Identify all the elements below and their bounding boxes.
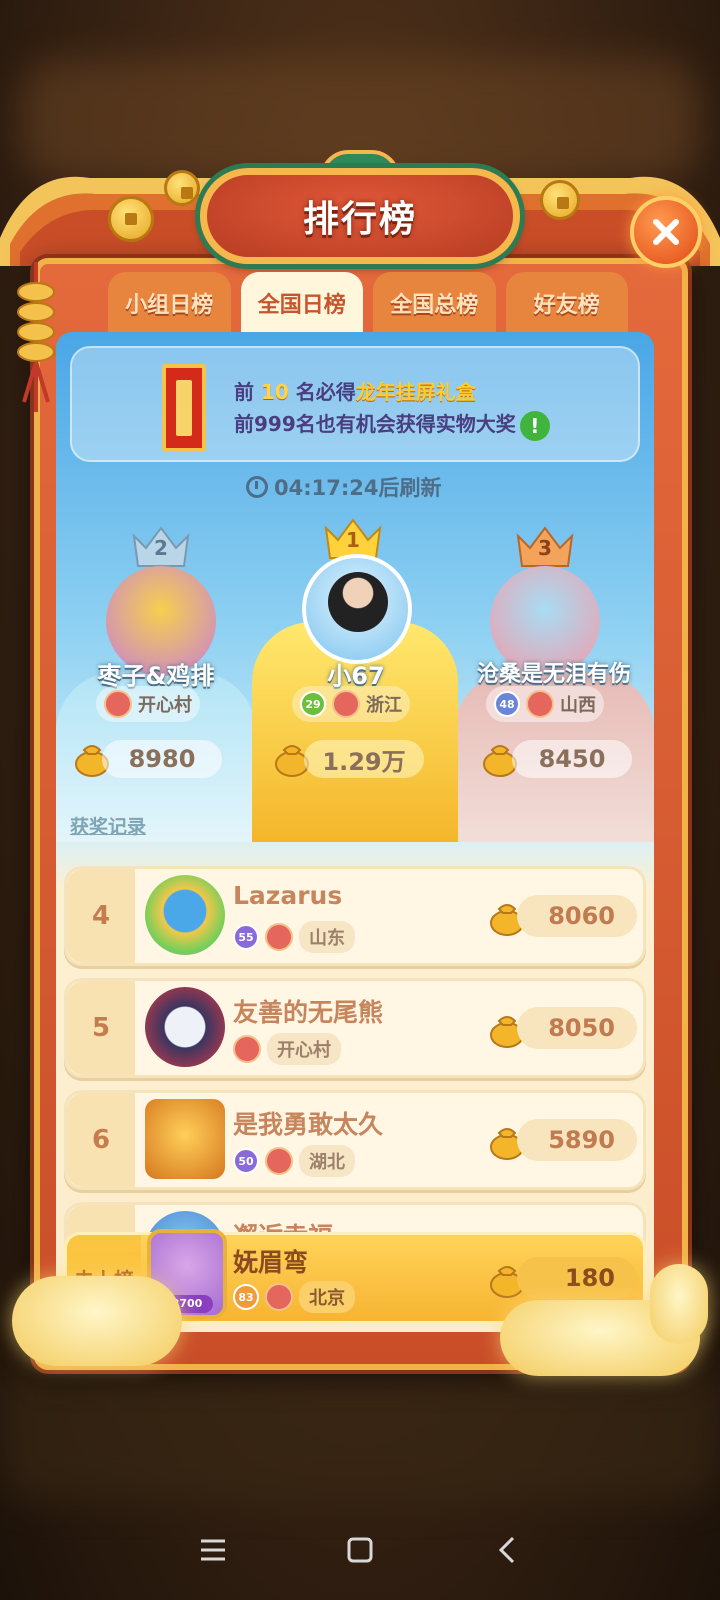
- rank-number: 1: [346, 528, 360, 552]
- dragon-icon: [233, 1035, 261, 1063]
- clock-icon: [246, 476, 268, 498]
- home-icon: [347, 1537, 373, 1563]
- dragon-icon: [265, 1147, 293, 1175]
- title-plaque: 排行榜: [200, 168, 520, 264]
- avatar[interactable]: [302, 554, 412, 664]
- reward-mid-text: 名必得: [288, 380, 356, 404]
- page-title: 排行榜: [302, 199, 417, 240]
- level-badge: 29: [300, 691, 326, 717]
- location-text: 山西: [560, 695, 596, 716]
- location-text: 浙江: [366, 695, 402, 716]
- score-value: 8060: [517, 895, 637, 937]
- player-name: 沧桑是无泪有伤: [476, 662, 631, 687]
- tab-bar: 小组日榜 全国日榜 全国总榜 好友榜: [108, 272, 628, 334]
- rank-number: 3: [538, 536, 552, 560]
- level-badge: 55: [233, 924, 259, 950]
- reward-notice[interactable]: 前 10 名必得龙年挂屏礼盒 前999名也有机会获得实物大奖!: [70, 346, 640, 462]
- rank-label: 2: [130, 522, 192, 568]
- score-value: 180: [517, 1257, 637, 1299]
- tab-national-daily[interactable]: 全国日榜: [240, 272, 363, 334]
- score-pill: 8980: [102, 740, 222, 778]
- reward-rank-number: 10: [260, 380, 289, 404]
- rank-number: 5: [67, 981, 135, 1075]
- player-name: 友善的无尾熊: [233, 998, 384, 1027]
- location-text: 山东: [299, 921, 355, 953]
- scroll-prize-icon: [162, 364, 206, 452]
- location-badge: 48 山西: [486, 686, 604, 722]
- player-name: 妩眉弯: [233, 1248, 309, 1277]
- reward-line-1: 前 10 名必得龙年挂屏礼盒: [234, 376, 476, 405]
- player-name: 是我勇敢太久: [233, 1110, 384, 1139]
- avatar[interactable]: [145, 875, 225, 955]
- menu-button[interactable]: [193, 1530, 233, 1570]
- location-text: 北京: [299, 1281, 355, 1313]
- reward-line-2: 前999名也有机会获得实物大奖!: [234, 408, 550, 441]
- reward-prize-name: 龙年挂屏礼盒: [355, 380, 476, 404]
- player-meta: 83 北京: [233, 1281, 355, 1313]
- score-pill: 8450: [512, 740, 632, 778]
- info-icon[interactable]: !: [519, 410, 550, 441]
- rank-number: 2: [154, 536, 168, 560]
- leaderboard-panel: 前 10 名必得龙年挂屏礼盒 前999名也有机会获得实物大奖! 04:17:24…: [56, 332, 654, 1332]
- dragon-icon: [332, 690, 360, 718]
- tab-friends[interactable]: 好友榜: [505, 272, 628, 334]
- coin-icon: [540, 180, 580, 220]
- coin-tassel-icon: [17, 262, 55, 412]
- location-badge: 29 浙江: [292, 686, 410, 722]
- level-badge: 48: [494, 691, 520, 717]
- system-navigation-bar: [0, 1500, 720, 1600]
- avatar[interactable]: [145, 987, 225, 1067]
- award-history-link[interactable]: 获奖记录: [70, 812, 146, 839]
- list-item[interactable]: 5 友善的无尾熊 开心村 8050: [64, 978, 646, 1078]
- back-icon: [498, 1536, 514, 1564]
- player-meta: 开心村: [233, 1033, 341, 1065]
- player-meta: 55 山东: [233, 921, 355, 953]
- background-blur: [0, 1360, 720, 1500]
- dragon-icon: [526, 690, 554, 718]
- menu-icon: [201, 1539, 226, 1561]
- dragon-icon: [265, 1283, 293, 1311]
- player-name: Lazarus: [233, 881, 343, 910]
- dragon-icon: [265, 923, 293, 951]
- player-meta: 50 湖北: [233, 1145, 355, 1177]
- score-value: 8050: [517, 1007, 637, 1049]
- close-button[interactable]: [630, 196, 702, 268]
- back-button[interactable]: [487, 1530, 527, 1570]
- user-photo: [328, 572, 388, 632]
- refresh-timer: 04:17:24后刷新: [246, 472, 466, 502]
- coin-icon: [108, 196, 154, 242]
- location-badge: 开心村: [96, 686, 200, 722]
- tab-national-total[interactable]: 全国总榜: [373, 272, 496, 334]
- cloud-decoration: [12, 1276, 182, 1366]
- dragon-icon: [104, 690, 132, 718]
- score-value: 5890: [517, 1119, 637, 1161]
- home-button[interactable]: [340, 1530, 380, 1570]
- reward-prefix: 前: [234, 380, 261, 404]
- list-item[interactable]: 4 Lazarus 55 山东 8060: [64, 866, 646, 966]
- timer-text: 04:17:24后刷新: [274, 476, 442, 500]
- avatar[interactable]: [145, 1099, 225, 1179]
- cloud-decoration: [650, 1264, 708, 1344]
- location-text: 湖北: [299, 1145, 355, 1177]
- list-item[interactable]: 6 是我勇敢太久 50 湖北 5890: [64, 1090, 646, 1190]
- reward-line-2-text: 前999名也有机会获得实物大奖: [234, 412, 516, 436]
- score-pill: 1.29万: [304, 740, 424, 778]
- rank-label: 3: [514, 522, 576, 568]
- coin-icon: [164, 170, 200, 206]
- location-text: 开心村: [138, 695, 192, 716]
- tab-group-daily[interactable]: 小组日榜: [108, 272, 231, 334]
- level-badge: 83: [233, 1284, 259, 1310]
- location-text: 开心村: [267, 1033, 341, 1065]
- rank-number: 6: [67, 1093, 135, 1187]
- level-badge: 50: [233, 1148, 259, 1174]
- rank-number: 4: [67, 869, 135, 963]
- close-icon: [653, 219, 679, 245]
